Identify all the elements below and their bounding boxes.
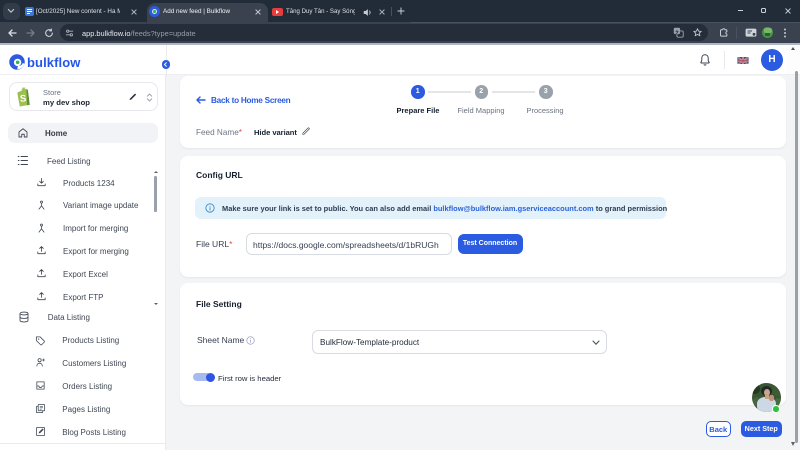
svg-text:S: S	[20, 93, 27, 104]
